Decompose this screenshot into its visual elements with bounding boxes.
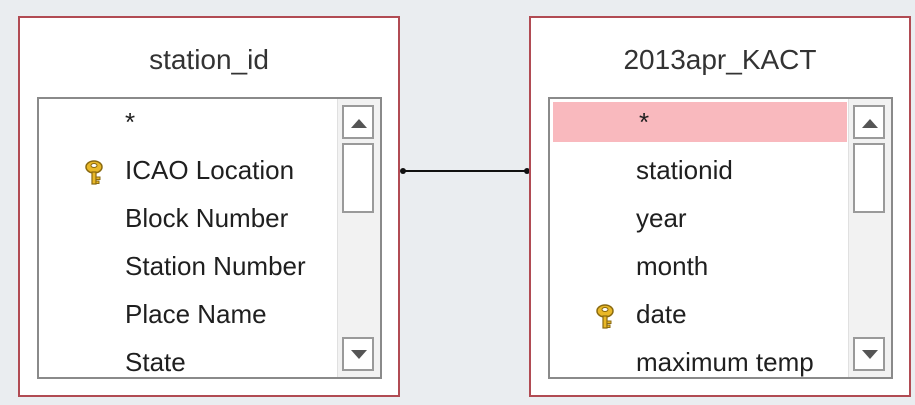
field-row[interactable]: month bbox=[550, 246, 849, 286]
table-window-2013apr-kact[interactable]: 2013apr_KACT * stationid year month date maxi… bbox=[529, 16, 911, 397]
field-label: date bbox=[636, 299, 687, 329]
scroll-down-arrow-icon[interactable] bbox=[853, 337, 885, 371]
field-label: year bbox=[636, 203, 687, 233]
table-title[interactable]: 2013apr_KACT bbox=[531, 44, 909, 76]
table-window-station-id[interactable]: station_id * ICAO Location Block Number Sta… bbox=[18, 16, 400, 397]
field-label: State bbox=[125, 347, 186, 377]
field-row[interactable]: * bbox=[553, 102, 847, 142]
field-rows: * stationid year month date maximum temp bbox=[550, 99, 849, 377]
field-label: Station Number bbox=[125, 251, 306, 281]
field-row[interactable]: maximum temp bbox=[550, 342, 849, 377]
field-row[interactable]: ICAO Location bbox=[39, 150, 338, 190]
field-label: maximum temp bbox=[636, 347, 814, 377]
scrollbar-thumb[interactable] bbox=[342, 143, 374, 213]
vertical-scrollbar[interactable] bbox=[337, 99, 380, 377]
vertical-scrollbar[interactable] bbox=[848, 99, 891, 377]
scroll-down-arrow-icon[interactable] bbox=[342, 337, 374, 371]
table-title[interactable]: station_id bbox=[20, 44, 398, 76]
scroll-up-arrow-icon[interactable] bbox=[853, 105, 885, 139]
scrollbar-thumb[interactable] bbox=[853, 143, 885, 213]
field-label: Place Name bbox=[125, 299, 267, 329]
field-row[interactable]: * bbox=[39, 102, 338, 142]
field-row[interactable]: stationid bbox=[550, 150, 849, 190]
field-list[interactable]: * stationid year month date maximum temp bbox=[548, 97, 893, 379]
scroll-up-arrow-icon[interactable] bbox=[342, 105, 374, 139]
field-row[interactable]: year bbox=[550, 198, 849, 238]
field-row[interactable]: Block Number bbox=[39, 198, 338, 238]
field-label: * bbox=[125, 107, 136, 137]
field-label: ICAO Location bbox=[125, 155, 295, 185]
field-rows: * ICAO Location Block Number Station Number… bbox=[39, 99, 338, 377]
field-row[interactable]: date bbox=[550, 294, 849, 334]
field-row[interactable]: Place Name bbox=[39, 294, 338, 334]
field-list[interactable]: * ICAO Location Block Number Station Number… bbox=[37, 97, 382, 379]
field-label: stationid bbox=[636, 155, 733, 185]
key-icon bbox=[594, 301, 616, 329]
key-icon bbox=[83, 157, 105, 185]
field-label: month bbox=[636, 251, 709, 281]
field-row[interactable]: State bbox=[39, 342, 338, 377]
field-label: Block Number bbox=[125, 203, 289, 233]
field-label: * bbox=[639, 107, 650, 137]
field-row[interactable]: Station Number bbox=[39, 246, 338, 286]
